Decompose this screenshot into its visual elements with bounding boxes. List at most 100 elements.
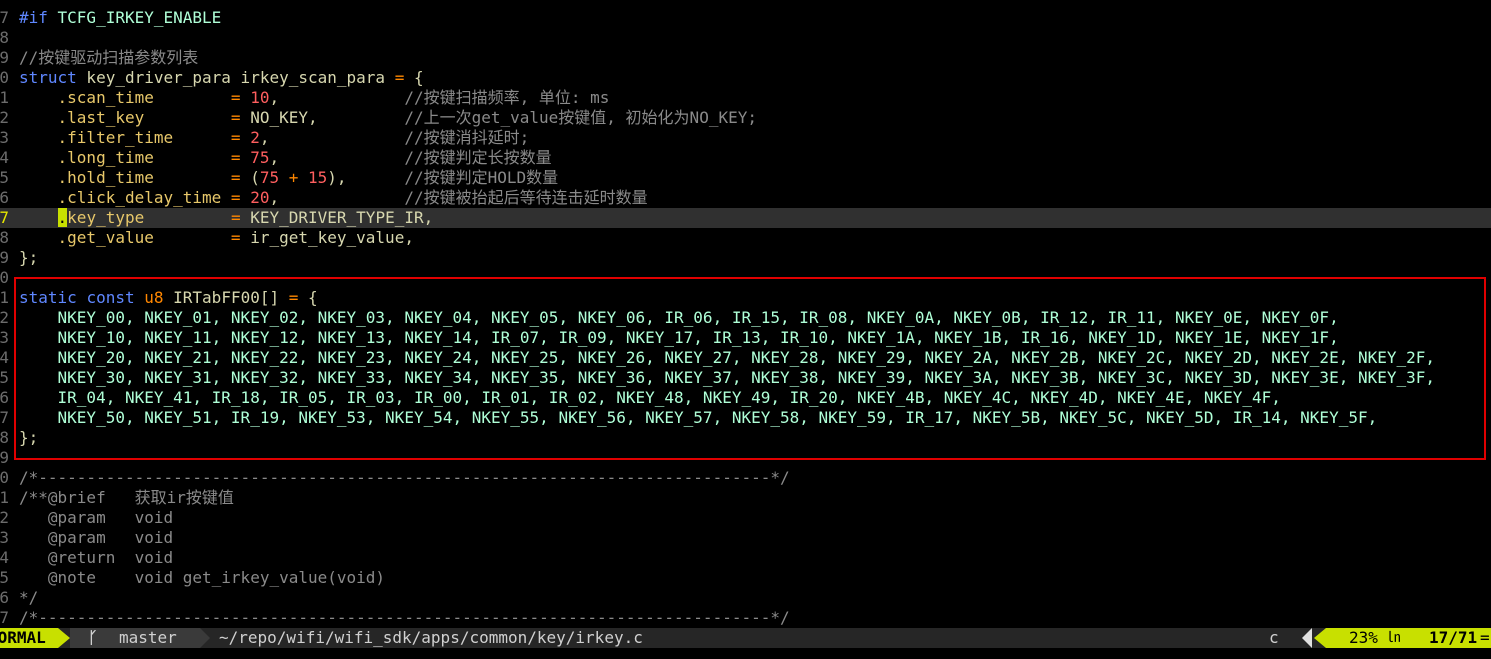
code-token: struct: [19, 68, 77, 87]
line-number: 6: [0, 388, 9, 407]
code-line[interactable]: 5 .hold_time = (75 + 15), //按键判定HOLD数量: [0, 168, 1491, 188]
code-line[interactable]: 9 //按键驱动扫描参数列表: [0, 48, 1491, 68]
code-text[interactable]: NKEY_50, NKEY_51, IR_19, NKEY_53, NKEY_5…: [19, 408, 1378, 428]
code-line[interactable]: 7 /*-------------------------------------…: [0, 608, 1491, 628]
code-text[interactable]: .last_key = NO_KEY, //上一次get_value按键值, 初…: [19, 108, 757, 128]
code-text[interactable]: .long_time = 75, //按键判定长按数量: [19, 148, 552, 168]
code-line[interactable]: 1 static const u8 IRTabFF00[] = {: [0, 288, 1491, 308]
code-token: =: [230, 148, 241, 167]
code-token: .hold_time: [19, 168, 231, 187]
code-token: .click_delay_time: [19, 188, 231, 207]
code-token: =: [230, 128, 241, 147]
line-number: 4: [0, 548, 9, 567]
git-branch-icon: ᚴ: [88, 628, 98, 647]
code-text[interactable]: .key_type = KEY_DRIVER_TYPE_IR,: [19, 208, 433, 228]
code-text[interactable]: #if TCFG_IRKEY_ENABLE: [19, 8, 221, 28]
code-line[interactable]: 6 IR_04, NKEY_41, IR_18, IR_05, IR_03, I…: [0, 388, 1491, 408]
line-number: 7: [0, 408, 9, 427]
code-text[interactable]: NKEY_20, NKEY_21, NKEY_22, NKEY_23, NKEY…: [19, 348, 1436, 368]
code-line[interactable]: 0 /*-------------------------------------…: [0, 468, 1491, 488]
code-line[interactable]: 6 .click_delay_time = 20, //按键被抬起后等待连击延时…: [0, 188, 1491, 208]
code-text[interactable]: @return void: [19, 548, 173, 568]
git-branch-name: master: [119, 628, 177, 647]
code-token: NKEY_10, NKEY_11, NKEY_12, NKEY_13, NKEY…: [19, 328, 1339, 347]
mode-separator-arrow: [58, 628, 70, 648]
code-text[interactable]: NKEY_00, NKEY_01, NKEY_02, NKEY_03, NKEY…: [19, 308, 1339, 328]
code-token: @param void: [19, 508, 174, 527]
line-number: 6: [0, 588, 9, 607]
code-text[interactable]: .get_value = ir_get_key_value,: [19, 228, 414, 248]
code-text[interactable]: NKEY_10, NKEY_11, NKEY_12, NKEY_13, NKEY…: [19, 328, 1339, 348]
code-line[interactable]: 2 .last_key = NO_KEY, //上一次get_value按键值,…: [0, 108, 1491, 128]
text-cursor: .: [57, 208, 68, 227]
command-line[interactable]: [0, 648, 1491, 659]
code-token: ir_get_key_value,: [240, 228, 414, 247]
line-number: 5: [0, 568, 9, 587]
code-text[interactable]: /*--------------------------------------…: [19, 608, 790, 628]
code-text[interactable]: @param void: [19, 528, 173, 548]
code-line[interactable]: 8};: [0, 428, 1491, 448]
code-token: 75: [259, 168, 280, 187]
line-number: 8: [0, 28, 9, 47]
code-line[interactable]: 6 */: [0, 588, 1491, 608]
code-line[interactable]: 4 .long_time = 75, //按键判定长按数量: [0, 148, 1491, 168]
code-line[interactable]: 1 .scan_time = 10, //按键扫描频率, 单位: ms: [0, 88, 1491, 108]
branch-separator-arrow: [200, 628, 210, 648]
code-text[interactable]: .filter_time = 2, //按键消抖延时;: [19, 128, 530, 148]
code-line[interactable]: 8: [0, 28, 1491, 48]
code-line[interactable]: 5 NKEY_30, NKEY_31, NKEY_32, NKEY_33, NK…: [0, 368, 1491, 388]
code-text[interactable]: /*--------------------------------------…: [19, 468, 790, 488]
code-line[interactable]: 9: [0, 448, 1491, 468]
code-token: //按键判定长按数量: [404, 148, 552, 167]
code-token: NKEY_50, NKEY_51, IR_19, NKEY_53, NKEY_5…: [19, 408, 1378, 427]
code-text[interactable]: .click_delay_time = 20, //按键被抬起后等待连击延时数量: [19, 188, 648, 208]
code-line[interactable]: 0 struct key_driver_para irkey_scan_para …: [0, 68, 1491, 88]
code-line[interactable]: 4 NKEY_20, NKEY_21, NKEY_22, NKEY_23, NK…: [0, 348, 1491, 368]
code-line[interactable]: 3 .filter_time = 2, //按键消抖延时;: [0, 128, 1491, 148]
code-text[interactable]: //按键驱动扫描参数列表: [19, 48, 198, 68]
code-text[interactable]: .hold_time = (75 + 15), //按键判定HOLD数量: [19, 168, 559, 188]
line-number: 0: [0, 68, 9, 87]
code-line[interactable]: 3 @param void: [0, 528, 1491, 548]
code-token: KEY_DRIVER_TYPE_IR,: [240, 208, 434, 227]
code-line[interactable]: 2 NKEY_00, NKEY_01, NKEY_02, NKEY_03, NK…: [0, 308, 1491, 328]
code-line[interactable]: 1 /**@brief 获取ir按键值: [0, 488, 1491, 508]
code-line[interactable]: 2 @param void: [0, 508, 1491, 528]
code-text[interactable]: NKEY_30, NKEY_31, NKEY_32, NKEY_33, NKEY…: [19, 368, 1436, 388]
code-editor[interactable]: 7 #if TCFG_IRKEY_ENABLE 8 9//按键驱动扫描参数列表 0 str…: [0, 8, 1491, 628]
line-number: 8: [0, 228, 9, 247]
code-text[interactable]: };: [19, 248, 38, 268]
code-text[interactable]: struct key_driver_para irkey_scan_para =…: [19, 68, 424, 88]
code-token: key_type: [67, 208, 231, 227]
code-text[interactable]: @param void: [19, 508, 173, 528]
code-line[interactable]: 0: [0, 268, 1491, 288]
code-token: .long_time: [19, 148, 231, 167]
code-text[interactable]: /**@brief 获取ir按键值: [19, 488, 234, 508]
code-token: };: [19, 248, 39, 267]
code-line[interactable]: 9};: [0, 248, 1491, 268]
code-token: IR_04, NKEY_41, IR_18, IR_05, IR_03, IR_…: [19, 388, 1281, 407]
code-token: {: [404, 68, 424, 87]
code-token: TCFG_IRKEY_ENABLE: [57, 8, 222, 27]
code-line[interactable]: 7 NKEY_50, NKEY_51, IR_19, NKEY_53, NKEY…: [0, 408, 1491, 428]
code-text[interactable]: IR_04, NKEY_41, IR_18, IR_05, IR_03, IR_…: [19, 388, 1281, 408]
code-token: =: [230, 88, 241, 107]
line-number: 0: [0, 268, 9, 287]
code-line[interactable]: 5 @note void get_irkey_value(void): [0, 568, 1491, 588]
code-token: NO_KEY,: [240, 108, 405, 127]
code-text[interactable]: };: [19, 428, 38, 448]
code-text[interactable]: @note void get_irkey_value(void): [19, 568, 385, 588]
code-token: +: [288, 168, 299, 187]
code-token: @param void: [19, 528, 174, 547]
code-line[interactable]: 8 .get_value = ir_get_key_value,: [0, 228, 1491, 248]
code-text[interactable]: static const u8 IRTabFF00[] = {: [19, 288, 318, 308]
code-line[interactable]: 3 NKEY_10, NKEY_11, NKEY_12, NKEY_13, NK…: [0, 328, 1491, 348]
code-text[interactable]: */: [19, 588, 38, 608]
code-text[interactable]: .scan_time = 10, //按键扫描频率, 单位: ms: [19, 88, 610, 108]
code-line[interactable]: 7 #if TCFG_IRKEY_ENABLE: [0, 8, 1491, 28]
code-line[interactable]: 7 .key_type = KEY_DRIVER_TYPE_IR,: [0, 208, 1491, 228]
code-line[interactable]: 4 @return void: [0, 548, 1491, 568]
